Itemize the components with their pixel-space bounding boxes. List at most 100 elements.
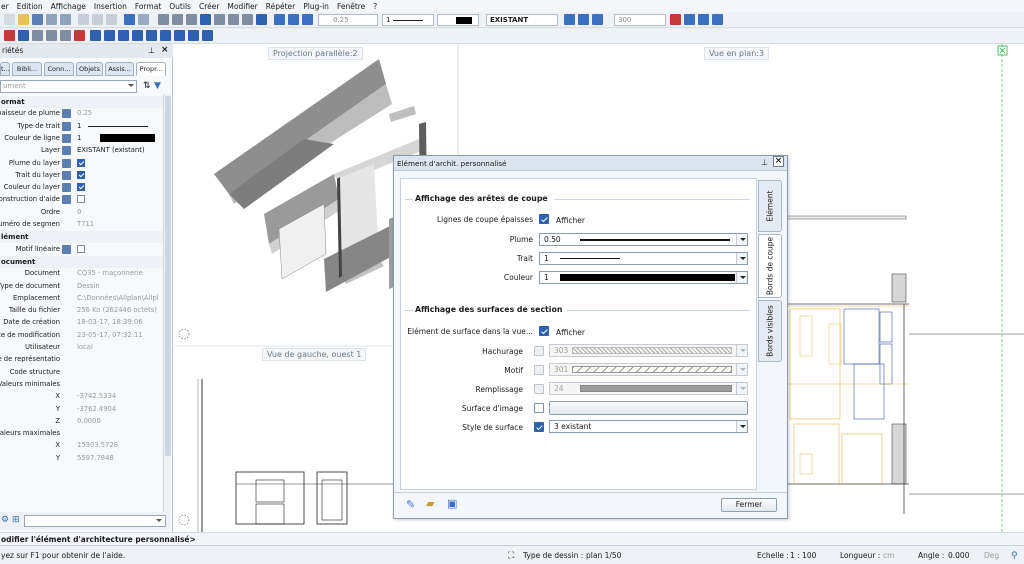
copy-move-icon[interactable] (186, 14, 197, 25)
tab-element[interactable]: Elément (758, 180, 782, 232)
image-surface-checkbox[interactable] (534, 403, 544, 413)
menu-item-plugin[interactable]: Plug-in (303, 2, 329, 11)
edit-icon[interactable] (684, 14, 695, 25)
line-type-combo[interactable]: 1 (539, 252, 748, 265)
tab-assistant[interactable]: t... (0, 62, 10, 76)
fill-icon[interactable] (160, 30, 171, 41)
line-icon[interactable] (90, 30, 101, 41)
pattern-checkbox[interactable] (534, 365, 544, 375)
angle-value[interactable]: 0.000 (948, 551, 969, 560)
menu-item-repeter[interactable]: Répéter (266, 2, 296, 11)
property-row[interactable]: Emplacement C:\Données\Allplan\Allpl (0, 293, 163, 305)
property-row[interactable]: Date de création 18-03-17, 18:39:06 (0, 317, 163, 329)
property-checkbox[interactable] (77, 158, 85, 167)
tab-assistants[interactable]: Assis... (105, 62, 134, 76)
menu-item-outils[interactable]: Outils (169, 2, 191, 11)
copy-icon[interactable] (92, 14, 103, 25)
save-favorite-icon[interactable]: ▣ (447, 497, 457, 510)
menu-item-affichage[interactable]: Affichage (51, 2, 86, 11)
scrollbar-thumb[interactable] (165, 96, 171, 456)
layer-combo[interactable]: EXISTANT (486, 14, 558, 26)
property-row[interactable]: paisseur de plume 0.25 (0, 108, 163, 120)
menu-item-edition[interactable]: Edition (17, 2, 43, 11)
hatching-checkbox[interactable] (534, 346, 544, 356)
settings-icon[interactable]: ⚙ (1, 515, 9, 525)
property-row[interactable]: Y -3762.4904 (0, 404, 163, 416)
label-icon[interactable] (188, 30, 199, 41)
layer-select-icon[interactable] (578, 14, 589, 25)
property-row[interactable]: Layer EXISTANT (existant) (0, 145, 163, 157)
property-section-header[interactable]: lément (0, 231, 163, 244)
property-row[interactable]: Valeurs minimales (0, 379, 163, 391)
property-checkbox[interactable] (77, 244, 85, 253)
property-row[interactable]: Taille du fichier 256 Ko (262446 octets) (0, 305, 163, 317)
tab-connexion[interactable]: Conn... (44, 62, 74, 76)
tab-objets[interactable]: Objets (76, 62, 103, 76)
dialog-title-bar[interactable]: Elément d'archit. personnalisé ⊥ × (394, 156, 787, 171)
property-row[interactable]: ode de représentatio (0, 354, 163, 366)
property-checkbox[interactable] (77, 183, 85, 192)
property-row[interactable]: X 15303.5728 (0, 440, 163, 452)
property-row[interactable]: Plume du layer (0, 158, 163, 170)
tab-visible-edges[interactable]: Bords visibles (758, 300, 782, 362)
image-surface-button[interactable] (549, 401, 748, 415)
property-row[interactable]: Type de trait 1 (0, 121, 163, 133)
text-icon[interactable] (118, 30, 129, 41)
property-row[interactable]: Ordre 0 (0, 207, 163, 219)
attribute-icon[interactable]: ⊞ (12, 515, 20, 525)
property-row[interactable]: Date de modification 23-05-17, 07:32:11 (0, 330, 163, 342)
property-checkbox[interactable] (77, 195, 85, 204)
property-section-header[interactable]: ocument (0, 255, 163, 268)
grid-icon[interactable] (18, 30, 29, 41)
pen-combo[interactable]: 0.50 (539, 233, 748, 246)
select-icon[interactable] (288, 14, 299, 25)
property-row[interactable]: X -3742.5334 (0, 391, 163, 403)
menu-item-fenetre[interactable]: Fenêtre (337, 2, 365, 11)
stretch-icon[interactable] (242, 14, 253, 25)
dimension-icon[interactable] (132, 30, 143, 41)
property-row[interactable]: Trait du layer (0, 170, 163, 182)
thick-cut-lines-checkbox[interactable] (539, 214, 549, 224)
open-folder-icon[interactable] (18, 14, 29, 25)
line-color-combo[interactable] (437, 14, 479, 26)
pin-icon[interactable] (74, 30, 85, 41)
viewport-label-projection[interactable]: Projection parallèle:2 (268, 47, 363, 60)
property-row[interactable]: Valeurs maximales (0, 428, 163, 440)
sort-icon[interactable]: ⇅ (143, 81, 151, 91)
layer-visible-icon[interactable] (592, 14, 603, 25)
menu-item-help[interactable]: ? (373, 2, 377, 11)
close-icon[interactable]: × (161, 45, 169, 55)
pin-icon[interactable]: ⊥ (148, 46, 155, 55)
pen-thickness-combo[interactable]: 0.25 (318, 14, 378, 26)
properties-icon[interactable] (158, 14, 169, 25)
modify-icon[interactable] (228, 14, 239, 25)
color-combo[interactable]: 1 (539, 271, 748, 284)
help-icon[interactable] (256, 14, 267, 25)
layer-settings-icon[interactable] (564, 14, 575, 25)
point-icon[interactable] (4, 30, 15, 41)
menu-item-creer[interactable]: Créer (199, 2, 219, 11)
save-icon[interactable] (32, 14, 43, 25)
angle-unit[interactable]: Deg (984, 551, 999, 560)
surface-style-checkbox[interactable] (534, 422, 544, 432)
property-row[interactable]: Type de document Dessin (0, 281, 163, 293)
pipette-icon[interactable] (302, 14, 313, 25)
cut-icon[interactable] (78, 14, 89, 25)
polyline-icon[interactable] (104, 30, 115, 41)
property-checkbox[interactable] (77, 170, 85, 179)
pin-icon[interactable]: ⊥ (761, 158, 768, 167)
menu-item-insertion[interactable]: Insertion (94, 2, 127, 11)
property-row[interactable]: Y 5597.7848 (0, 453, 163, 465)
property-row[interactable]: Z 0.0000 (0, 416, 163, 428)
delete-icon[interactable] (172, 14, 183, 25)
pattern-combo[interactable]: 301 (549, 363, 748, 376)
menu-item-modifier[interactable]: Modifier (227, 2, 257, 11)
symbol-icon[interactable] (174, 30, 185, 41)
zoom-icon[interactable] (202, 30, 213, 41)
tab-proprietes[interactable]: Propr... (136, 62, 166, 76)
fill-combo[interactable]: 24 (549, 382, 748, 395)
mirror-icon[interactable] (200, 14, 211, 25)
format-painter-icon[interactable] (274, 14, 285, 25)
line-type-combo[interactable]: 1 (382, 14, 434, 26)
window-icon[interactable] (698, 14, 709, 25)
